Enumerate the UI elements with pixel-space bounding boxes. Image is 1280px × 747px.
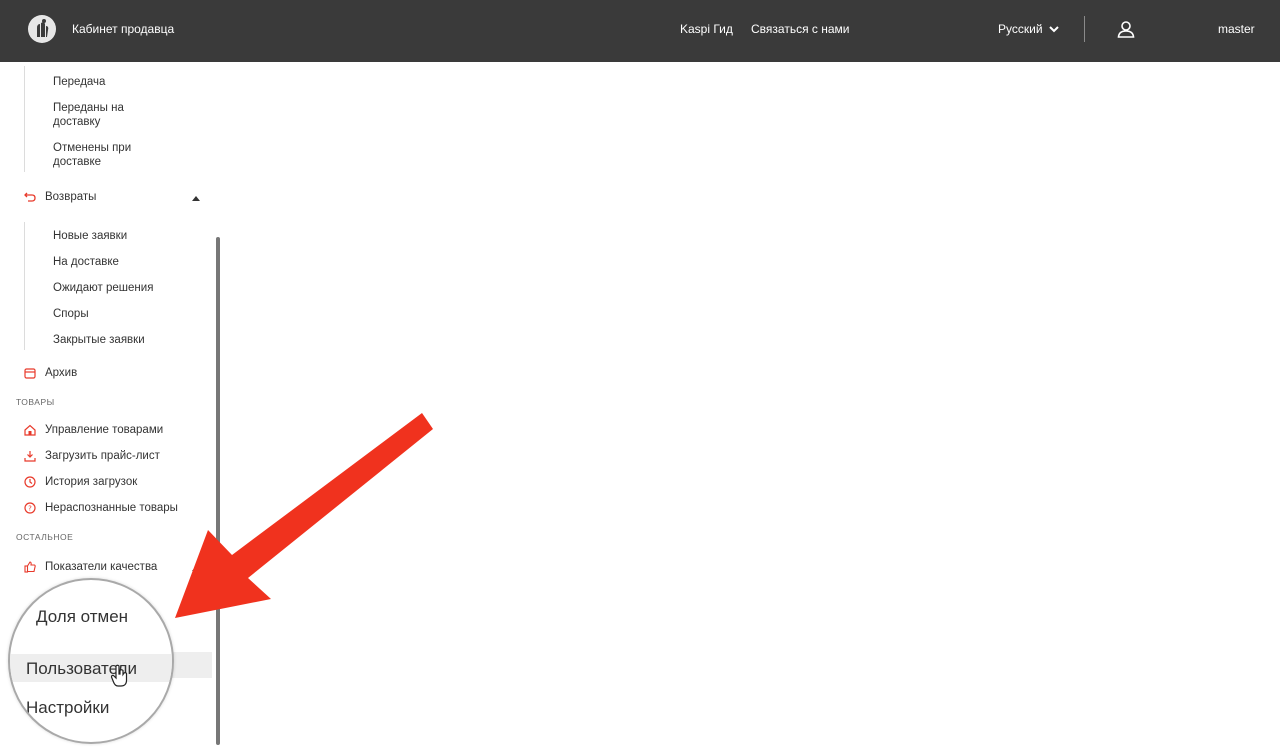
download-icon — [24, 451, 36, 462]
section-goods: ТОВАРЫ — [16, 397, 55, 407]
user-icon[interactable] — [1116, 19, 1136, 39]
sidebar-item-upload-history[interactable]: История загрузок — [24, 476, 137, 488]
archive-label: Архив — [45, 367, 78, 379]
sidebar-scrollbar[interactable] — [216, 237, 220, 745]
zoom-magnifier: Доля отмен Пользователи Настройки — [8, 578, 174, 744]
sidebar-item-cancel-share[interactable]: Доля отмен — [36, 607, 128, 627]
header-divider — [1084, 16, 1085, 42]
sidebar-item-archive[interactable]: Архив — [24, 367, 77, 379]
sidebar-item-returns[interactable]: Возвраты — [24, 191, 96, 203]
sidebar-item-upload-pricelist[interactable]: Загрузить прайс-лист — [24, 450, 160, 462]
return-arrow-icon — [24, 192, 36, 202]
sidebar-item-awaiting-decision[interactable]: Ожидают решения — [53, 281, 153, 295]
house-icon — [24, 424, 36, 436]
quality-label: Показатели качества — [45, 561, 158, 573]
chevron-down-icon — [1048, 26, 1059, 33]
manage-goods-label: Управление товарами — [45, 424, 164, 436]
sidebar-item-new-requests[interactable]: Новые заявки — [53, 229, 127, 243]
upload-history-label: История загрузок — [45, 476, 138, 488]
sidebar-item-unrecognized-goods[interactable]: ? Нераспознанные товары — [24, 502, 178, 514]
contact-us-link[interactable]: Связаться с нами — [751, 22, 849, 36]
language-label: Русский — [998, 22, 1043, 36]
clock-icon — [24, 476, 36, 488]
sidebar-item-cancelled-on-delivery[interactable]: Отменены при доставке — [53, 141, 153, 169]
returns-label: Возвраты — [45, 191, 97, 203]
svg-text:?: ? — [28, 505, 32, 513]
sidebar-item-in-delivery[interactable]: На доставке — [53, 255, 119, 269]
sidebar-item-transfer[interactable]: Передача — [53, 75, 105, 89]
kaspi-logo[interactable] — [28, 15, 56, 43]
calendar-icon — [24, 368, 36, 379]
hand-cursor-icon — [110, 664, 128, 687]
sidebar-item-sent-to-delivery[interactable]: Переданы на доставку — [53, 101, 153, 129]
question-icon: ? — [24, 502, 36, 514]
sidebar-item-settings[interactable]: Настройки — [26, 698, 109, 718]
sidebar-item-manage-goods[interactable]: Управление товарами — [24, 424, 163, 436]
app-title: Кабинет продавца — [72, 22, 175, 36]
returns-group-line — [24, 222, 25, 350]
delivery-group-line — [24, 66, 25, 172]
collapse-quality-caret[interactable] — [192, 566, 200, 571]
sidebar-item-quality[interactable]: Показатели качества — [24, 561, 157, 573]
kaspi-guide-link[interactable]: Kaspi Гид — [680, 22, 733, 36]
top-header: Кабинет продавца Kaspi Гид Связаться с н… — [0, 0, 1280, 62]
sidebar-item-closed-requests[interactable]: Закрытые заявки — [53, 333, 145, 347]
thumbs-up-icon — [24, 561, 36, 573]
collapse-returns-caret[interactable] — [192, 196, 200, 201]
section-other: ОСТАЛЬНОЕ — [16, 532, 74, 542]
unrecognized-goods-label: Нераспознанные товары — [45, 502, 178, 514]
upload-pricelist-label: Загрузить прайс-лист — [45, 450, 160, 462]
sidebar-item-disputes[interactable]: Споры — [53, 307, 89, 321]
language-selector[interactable]: Русский — [998, 22, 1059, 36]
username[interactable]: master — [1218, 22, 1255, 36]
